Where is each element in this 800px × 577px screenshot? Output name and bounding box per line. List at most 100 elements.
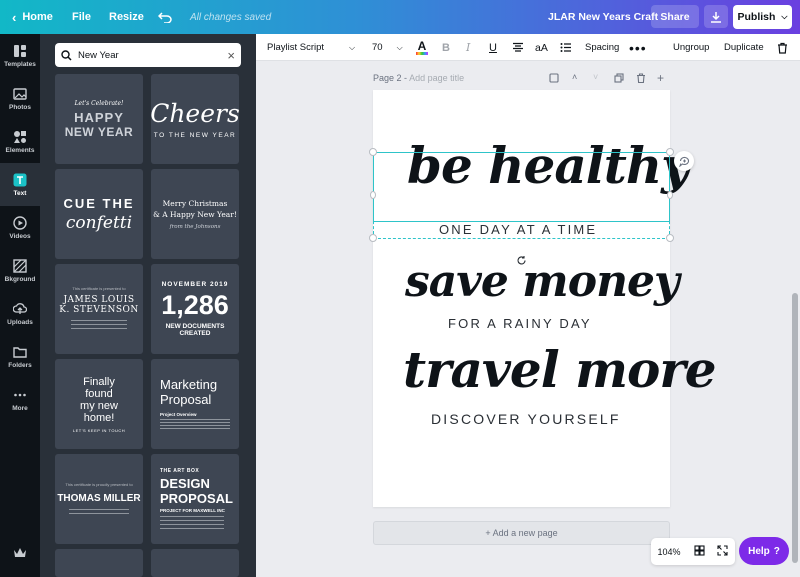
comment-button[interactable] bbox=[674, 151, 694, 171]
page-notes-icon[interactable] bbox=[549, 73, 559, 85]
vertical-scrollbar[interactable] bbox=[790, 61, 800, 577]
list-button[interactable] bbox=[560, 34, 572, 61]
chevron-up-icon[interactable]: ˄ bbox=[572, 72, 577, 82]
template-tile-thomas-miller[interactable]: This certificate is proudly presented to… bbox=[55, 454, 143, 544]
resize-handle[interactable] bbox=[369, 148, 377, 156]
align-button[interactable] bbox=[512, 34, 524, 61]
resize-handle[interactable] bbox=[666, 148, 674, 156]
rail-item-videos[interactable]: Videos bbox=[0, 206, 40, 249]
heading-travel-more[interactable]: travel more bbox=[403, 340, 717, 399]
rail-item-elements[interactable]: Elements bbox=[0, 120, 40, 163]
tile-text: This certificate is presented to bbox=[72, 286, 126, 291]
rail-item-text[interactable]: Text bbox=[0, 163, 40, 206]
letter-case-icon: aA bbox=[535, 41, 548, 54]
tile-text: PROJECT FOR MAXWELL INC bbox=[160, 508, 225, 513]
rail-item-uploads[interactable]: Uploads bbox=[0, 292, 40, 335]
template-tile-1286[interactable]: NOVEMBER 2019 1,286 NEW DOCUMENTS CREATE… bbox=[151, 264, 239, 354]
list-icon bbox=[560, 43, 571, 52]
italic-button[interactable]: I bbox=[466, 34, 470, 61]
bold-button[interactable]: B bbox=[442, 34, 450, 61]
spacing-button[interactable]: Spacing bbox=[585, 34, 619, 61]
crown-icon[interactable] bbox=[13, 546, 27, 564]
home-label: Home bbox=[22, 11, 53, 23]
delete-page-icon[interactable] bbox=[636, 73, 646, 85]
tile-text: NEW DOCUMENTS bbox=[165, 323, 225, 330]
tile-filler-lines bbox=[160, 516, 224, 530]
resize-handle[interactable] bbox=[667, 191, 673, 199]
download-button[interactable] bbox=[704, 5, 728, 28]
text-color-icon: A bbox=[417, 38, 427, 53]
template-tile-happy-new-year[interactable]: Let's Celebrate! HAPPY NEW YEAR bbox=[55, 74, 143, 164]
rail-item-photos[interactable]: Photos bbox=[0, 77, 40, 120]
scrollbar-thumb[interactable] bbox=[792, 293, 798, 563]
grid-view-icon[interactable] bbox=[693, 545, 705, 558]
chevron-down-icon[interactable]: ˅ bbox=[593, 72, 598, 82]
template-tile-merry-christmas[interactable]: Merry Christmas & A Happy New Year! from… bbox=[151, 169, 239, 259]
file-menu-button[interactable]: File bbox=[64, 0, 99, 34]
search-box[interactable]: New Year × bbox=[55, 43, 241, 67]
duplicate-button[interactable]: Duplicate bbox=[724, 34, 764, 61]
clear-search-icon[interactable]: × bbox=[227, 48, 235, 63]
help-button[interactable]: Help ? bbox=[739, 537, 789, 565]
fullscreen-icon[interactable] bbox=[717, 545, 729, 558]
template-tile-cheers[interactable]: Cheers TO THE NEW YEAR bbox=[151, 74, 239, 164]
element-selection-box[interactable] bbox=[373, 152, 670, 222]
rail-label: Text bbox=[13, 189, 27, 197]
elements-icon bbox=[14, 130, 26, 143]
text-color-button[interactable]: A bbox=[416, 34, 428, 61]
tile-text: TO THE NEW YEAR bbox=[153, 132, 237, 139]
undo-button[interactable] bbox=[150, 0, 180, 34]
template-tile-finally-found[interactable]: Finally found my new home! LET'S KEEP IN… bbox=[55, 359, 143, 449]
subheading-discover[interactable]: DISCOVER YOURSELF bbox=[431, 411, 621, 427]
trash-icon bbox=[778, 42, 787, 54]
resize-handle[interactable] bbox=[370, 191, 376, 199]
template-tile-cue-the-confetti[interactable]: CUE THE confetti bbox=[55, 169, 143, 259]
font-size-select[interactable]: 70 ⌵ bbox=[372, 34, 403, 61]
tile-text: & A Happy New Year! bbox=[153, 209, 237, 219]
template-tile-partial[interactable] bbox=[151, 549, 239, 577]
subheading-rainy-day[interactable]: FOR A RAINY DAY bbox=[448, 316, 592, 331]
delete-button[interactable] bbox=[777, 34, 788, 61]
rotate-icon bbox=[517, 255, 526, 264]
search-input[interactable]: New Year bbox=[78, 50, 227, 61]
tile-text: confetti bbox=[65, 212, 133, 233]
rotate-handle[interactable] bbox=[515, 254, 527, 266]
add-new-page-button[interactable]: + Add a new page bbox=[373, 521, 670, 545]
underline-button[interactable]: U bbox=[489, 34, 497, 61]
rail-item-templates[interactable]: Templates bbox=[0, 34, 40, 77]
heading-save-money[interactable]: save money bbox=[405, 256, 680, 307]
letter-case-button[interactable]: aA bbox=[535, 34, 548, 61]
text-icon bbox=[13, 173, 27, 186]
tile-text: CUE THE bbox=[63, 195, 135, 211]
tile-text: my new bbox=[80, 399, 118, 412]
resize-button[interactable]: Resize bbox=[101, 0, 152, 34]
font-size-value: 70 bbox=[372, 42, 383, 53]
resize-handle[interactable] bbox=[369, 234, 377, 242]
rail-item-more[interactable]: More bbox=[0, 378, 40, 421]
zoom-level[interactable]: 104% bbox=[657, 547, 680, 557]
template-tile-partial[interactable] bbox=[55, 549, 143, 577]
rail-item-background[interactable]: Bkground bbox=[0, 249, 40, 292]
editor-toolbar: Playlist Script ⌵ 70 ⌵ A B I U aA Spacin… bbox=[256, 34, 800, 61]
font-family-select[interactable]: Playlist Script ⌵ bbox=[267, 34, 355, 61]
tile-text: THOMAS MILLER bbox=[57, 492, 141, 504]
italic-icon: I bbox=[466, 41, 471, 54]
document-title[interactable]: JLAR New Years Craft bbox=[548, 0, 658, 34]
template-tile-marketing-proposal[interactable]: Marketing Proposal Project Overview bbox=[151, 359, 239, 449]
home-button[interactable]: ‹ Home bbox=[4, 0, 61, 34]
rail-item-folders[interactable]: Folders bbox=[0, 335, 40, 378]
more-options-button[interactable]: ••• bbox=[629, 34, 647, 61]
font-family-value: Playlist Script bbox=[267, 42, 325, 53]
rail-label: Videos bbox=[9, 232, 31, 240]
ungroup-button[interactable]: Ungroup bbox=[673, 34, 709, 61]
publish-button[interactable]: Publish ⌵ bbox=[733, 5, 792, 29]
template-tile-design-proposal[interactable]: THE ART BOX DESIGN PROPOSAL PROJECT FOR … bbox=[151, 454, 239, 544]
duplicate-page-icon[interactable] bbox=[614, 73, 624, 85]
add-page-icon[interactable]: + bbox=[657, 71, 664, 85]
page-title-input[interactable]: Add page title bbox=[409, 73, 464, 83]
help-label: Help bbox=[748, 545, 770, 557]
template-tile-james-louis[interactable]: This certificate is presented to JAMES L… bbox=[55, 264, 143, 354]
share-button[interactable]: Share bbox=[651, 5, 699, 28]
resize-handle[interactable] bbox=[666, 234, 674, 242]
tile-text: THE ART BOX bbox=[160, 468, 200, 474]
